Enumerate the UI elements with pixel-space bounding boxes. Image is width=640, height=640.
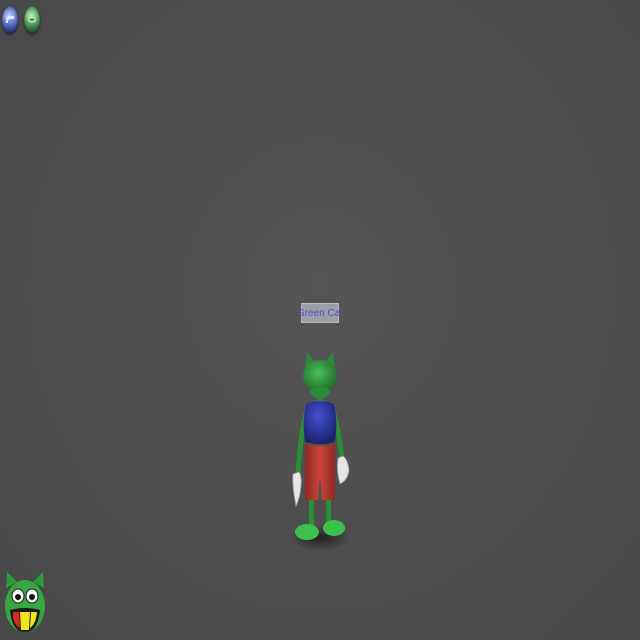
laff-meter[interactable] bbox=[2, 570, 48, 636]
avatar-right-leg bbox=[326, 500, 331, 524]
avatar-shorts bbox=[305, 444, 335, 500]
green-cat-laff-meter-icon bbox=[5, 572, 45, 632]
player-avatar[interactable] bbox=[280, 346, 360, 560]
avatar-left-foot bbox=[295, 524, 319, 540]
avatar-nametag-text: Green Cat bbox=[296, 307, 344, 319]
avatar-shirt bbox=[303, 401, 337, 444]
game-viewport[interactable]: Green Cat bbox=[0, 0, 640, 640]
blue-orb-icon bbox=[6, 16, 14, 23]
friends-button[interactable] bbox=[24, 6, 40, 34]
avatar-right-glove bbox=[336, 455, 350, 485]
options-button[interactable] bbox=[2, 6, 18, 34]
avatar-left-glove bbox=[292, 471, 302, 508]
avatar-left-leg bbox=[309, 500, 314, 526]
avatar-right-foot bbox=[323, 520, 345, 536]
top-left-buttons bbox=[2, 6, 40, 34]
green-orb-icon bbox=[28, 16, 36, 23]
avatar-nametag[interactable]: Green Cat bbox=[297, 303, 343, 323]
